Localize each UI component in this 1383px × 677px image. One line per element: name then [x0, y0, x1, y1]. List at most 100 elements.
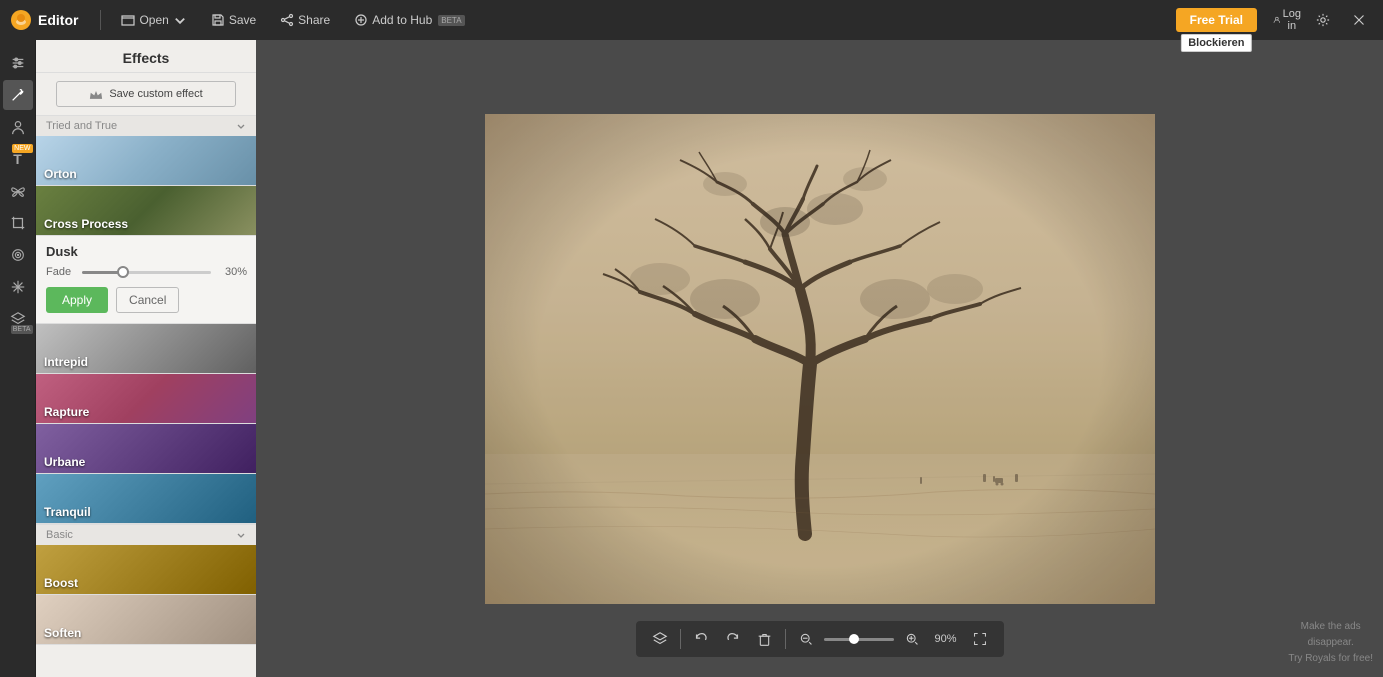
- undo-button[interactable]: [687, 625, 715, 653]
- open-icon: [121, 13, 135, 27]
- crop-icon-btn[interactable]: [3, 208, 33, 238]
- intrepid-label: Intrepid: [44, 355, 88, 369]
- add-to-hub-button[interactable]: Add to Hub BETA: [346, 9, 472, 31]
- category-tried-and-true[interactable]: Tried and True: [36, 115, 256, 136]
- butterfly-icon-btn[interactable]: [3, 176, 33, 206]
- portrait-icon: [10, 119, 26, 135]
- effects-list: Tried and True Orton Cross Process Dusk …: [36, 115, 256, 677]
- snow-icon-btn[interactable]: [3, 272, 33, 302]
- undo-icon: [693, 631, 709, 647]
- share-button[interactable]: Share: [272, 9, 338, 31]
- chevron-icon-basic: [236, 530, 246, 540]
- layers-toolbar-icon: [652, 631, 668, 647]
- zoom-in-button[interactable]: [898, 625, 926, 653]
- texture-icon: [10, 247, 26, 263]
- app-name: Editor: [38, 12, 78, 28]
- save-custom-effect-button[interactable]: Save custom effect: [56, 81, 236, 107]
- urbane-label: Urbane: [44, 455, 85, 469]
- delete-button[interactable]: [751, 625, 779, 653]
- gear-icon: [1316, 13, 1330, 27]
- bottom-toolbar: 90%: [636, 621, 1004, 657]
- new-badge: NEW: [12, 144, 32, 153]
- crop-icon: [10, 215, 26, 231]
- effect-item-boost[interactable]: Boost: [36, 545, 256, 595]
- layers-button[interactable]: [646, 625, 674, 653]
- apply-button[interactable]: Apply: [46, 287, 108, 313]
- effect-item-rapture[interactable]: Rapture: [36, 374, 256, 424]
- texture-icon-btn[interactable]: [3, 240, 33, 270]
- effects-title: Effects: [36, 40, 256, 73]
- effects-panel: Effects Save custom effect Tried and Tru…: [36, 40, 256, 677]
- effect-item-urbane[interactable]: Urbane: [36, 424, 256, 474]
- ad-area: Make the ads disappear. Try Royals for f…: [1288, 619, 1373, 667]
- app-logo: Editor: [10, 9, 78, 31]
- fade-label: Fade: [46, 266, 74, 278]
- topbar-right-actions: Log in: [1273, 6, 1373, 34]
- main-image: [485, 114, 1155, 604]
- effect-item-orton[interactable]: Orton: [36, 136, 256, 186]
- portrait-icon-btn[interactable]: [3, 112, 33, 142]
- boost-label: Boost: [44, 576, 78, 590]
- text-icon: T: [13, 151, 22, 167]
- chevron-down-icon: [173, 13, 187, 27]
- ad-line2: disappear.: [1288, 635, 1373, 651]
- fit-screen-button[interactable]: [966, 625, 994, 653]
- soften-label: Soften: [44, 626, 81, 640]
- login-button[interactable]: Log in: [1273, 6, 1301, 34]
- open-button[interactable]: Open: [113, 9, 194, 31]
- login-label: Log in: [1283, 8, 1301, 32]
- redo-icon: [725, 631, 741, 647]
- wand-icon: [10, 87, 26, 103]
- effect-item-tranquil[interactable]: Tranquil: [36, 474, 256, 524]
- fade-slider[interactable]: [82, 271, 211, 274]
- effect-item-intrepid[interactable]: Intrepid: [36, 324, 256, 374]
- save-button[interactable]: Save: [203, 9, 264, 31]
- butterfly-icon: [10, 183, 26, 199]
- ad-line3: Try Royals for free!: [1288, 651, 1373, 667]
- fade-percent: 30%: [219, 266, 247, 278]
- crown-icon: [89, 89, 103, 100]
- crossprocess-label: Cross Process: [44, 217, 128, 231]
- blockieren-tooltip: Blockieren: [1181, 34, 1251, 52]
- snowflake-icon: [10, 279, 26, 295]
- cancel-button[interactable]: Cancel: [116, 287, 179, 313]
- magic-wand-icon-btn[interactable]: [3, 80, 33, 110]
- effect-item-crossprocess[interactable]: Cross Process: [36, 186, 256, 236]
- orton-label: Orton: [44, 167, 77, 181]
- close-button[interactable]: [1345, 6, 1373, 34]
- tranquil-label: Tranquil: [44, 505, 91, 519]
- sliders-icon: [10, 55, 26, 71]
- share-icon: [280, 13, 294, 27]
- chevron-icon: [236, 121, 246, 131]
- rapture-label: Rapture: [44, 405, 89, 419]
- adjust-icon-btn[interactable]: [3, 48, 33, 78]
- close-icon: [1353, 14, 1365, 26]
- toolbar-divider-2: [785, 629, 786, 649]
- save-icon: [211, 13, 225, 27]
- tree-svg: [485, 114, 1155, 604]
- icon-bar: T NEW BETA: [0, 40, 36, 677]
- text-icon-btn[interactable]: T NEW: [3, 144, 33, 174]
- zoom-slider[interactable]: [824, 638, 894, 641]
- logo-icon: [10, 9, 32, 31]
- canvas-area: 90% Make the ads disappear. Try Royals f…: [256, 40, 1383, 677]
- effect-item-soften[interactable]: Soften: [36, 595, 256, 645]
- beta-badge: BETA: [438, 15, 464, 26]
- dusk-fade-row: Fade 30%: [46, 265, 246, 279]
- dusk-title: Dusk: [46, 244, 246, 259]
- dusk-expanded-section: Dusk Fade 30% Apply Cancel: [36, 236, 256, 324]
- hub-icon: [354, 13, 368, 27]
- category-basic[interactable]: Basic: [36, 524, 256, 545]
- settings-button[interactable]: [1309, 6, 1337, 34]
- redo-button[interactable]: [719, 625, 747, 653]
- zoom-out-button[interactable]: [792, 625, 820, 653]
- beta-badge-icon: BETA: [11, 325, 33, 334]
- user-icon: [1273, 12, 1281, 28]
- beta-icon-btn[interactable]: BETA: [3, 304, 33, 334]
- zoom-in-icon: [905, 632, 919, 646]
- trash-icon: [757, 632, 772, 647]
- topbar: Editor Open Save Share Add to Hub BETA F…: [0, 0, 1383, 40]
- zoom-percentage: 90%: [930, 633, 962, 645]
- main-area: T NEW BETA Effects Save custom effect: [0, 40, 1383, 677]
- free-trial-button[interactable]: Free Trial Blockieren: [1176, 8, 1257, 32]
